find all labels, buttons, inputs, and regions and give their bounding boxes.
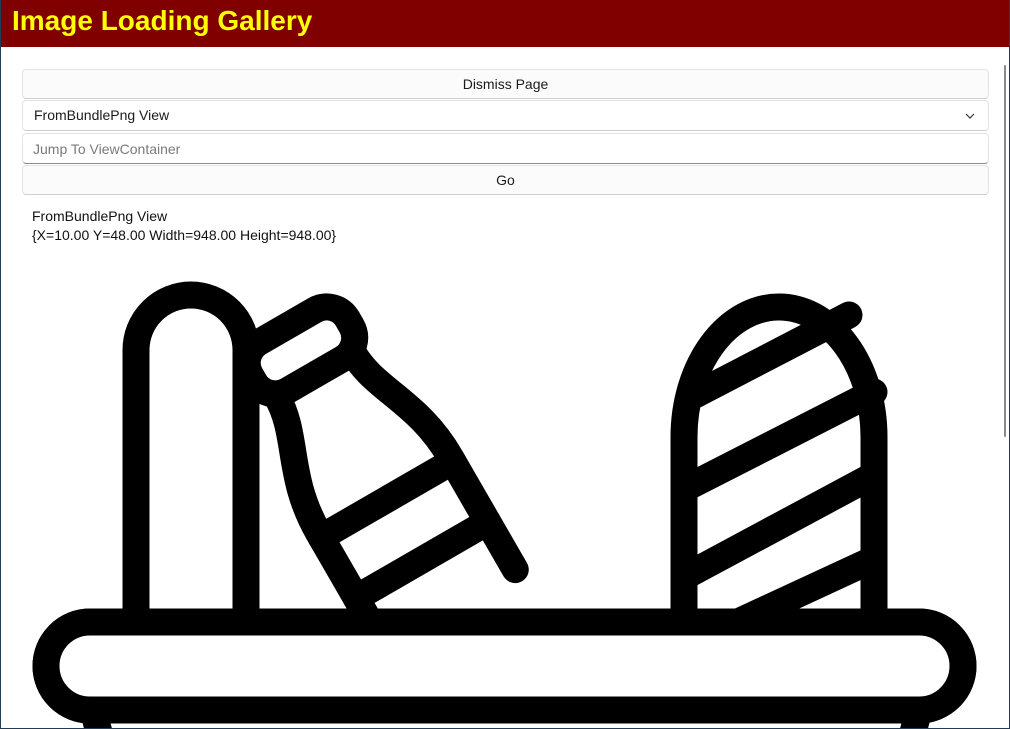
view-select-value: FromBundlePng View	[34, 107, 170, 123]
title-bar: Image Loading Gallery	[1, 0, 1009, 47]
app-window: Image Loading Gallery Dismiss Page FromB…	[0, 0, 1010, 729]
vertical-scrollbar[interactable]	[1004, 65, 1006, 437]
content-area: Dismiss Page FromBundlePng View Go FromB…	[1, 47, 1009, 728]
view-name: FromBundlePng View	[32, 208, 168, 224]
view-select[interactable]: FromBundlePng View	[22, 100, 989, 131]
view-bounds: {X=10.00 Y=48.00 Width=948.00 Height=948…	[32, 227, 337, 243]
dismiss-page-button[interactable]: Dismiss Page	[22, 69, 989, 99]
page-title: Image Loading Gallery	[12, 5, 313, 36]
grocery-basket-icon	[32, 281, 977, 728]
go-button[interactable]: Go	[22, 165, 989, 195]
chevron-down-icon	[965, 113, 975, 119]
view-info: FromBundlePng View {X=10.00 Y=48.00 Widt…	[32, 207, 336, 245]
jump-to-viewcontainer-input[interactable]	[22, 133, 989, 164]
